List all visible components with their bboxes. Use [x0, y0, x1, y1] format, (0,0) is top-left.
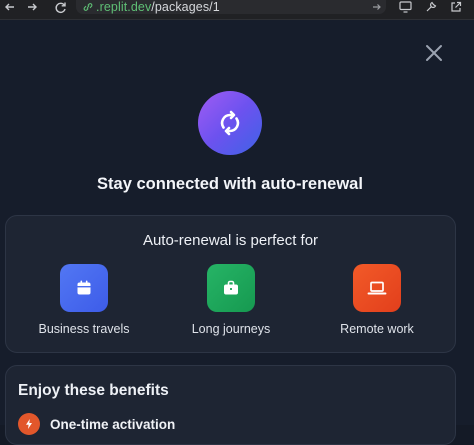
calendar-icon [77, 280, 91, 295]
briefcase-icon [224, 280, 238, 295]
back-button[interactable] [2, 0, 18, 14]
hero-icon-circle [198, 91, 262, 155]
use-case-icon-tile [60, 264, 108, 312]
refresh-icon [220, 110, 240, 136]
go-button[interactable] [368, 0, 386, 14]
use-case-label: Remote work [340, 322, 414, 336]
use-case-long-journeys: Long journeys [171, 264, 291, 336]
perfect-for-title: Auto-renewal is perfect for [142, 232, 319, 249]
edit-button[interactable] [447, 0, 465, 14]
benefit-item: One-time activation [18, 413, 175, 435]
monitor-icon [398, 1, 412, 13]
close-icon [426, 45, 442, 61]
benefits-card: Enjoy these benefits One-time activation [5, 365, 456, 445]
address-bar[interactable]: .replit.dev/packages/1 [76, 0, 386, 14]
close-button[interactable] [421, 40, 447, 66]
bolt-icon [18, 413, 40, 435]
reload-button[interactable] [52, 0, 68, 14]
use-case-icon-tile [207, 264, 255, 312]
wrench-icon [426, 1, 437, 12]
devices-button[interactable] [396, 0, 414, 14]
laptop-icon [367, 281, 387, 295]
external-edit-icon [451, 1, 462, 12]
forward-arrow-icon [28, 3, 37, 11]
url-host: .replit.dev [96, 0, 152, 14]
use-case-label: Business travels [38, 322, 130, 336]
back-arrow-icon [5, 3, 14, 11]
reload-icon [54, 2, 66, 13]
forward-button[interactable] [24, 0, 40, 14]
url-path: /packages/1 [151, 0, 220, 14]
modal-title: Stay connected with auto-renewal [97, 175, 363, 193]
browser-toolbar: .replit.dev/packages/1 [0, 0, 474, 20]
tools-button[interactable] [422, 0, 440, 14]
use-case-remote-work: Remote work [317, 264, 437, 336]
perfect-for-card: Auto-renewal is perfect for Business tra… [5, 215, 456, 353]
benefit-label: One-time activation [50, 416, 176, 432]
arrow-right-icon [373, 4, 381, 10]
benefits-title: Enjoy these benefits [18, 382, 169, 399]
use-case-icon-tile [353, 264, 401, 312]
use-case-label: Long journeys [191, 322, 271, 336]
link-icon [83, 3, 93, 11]
use-case-business-travels: Business travels [24, 264, 144, 336]
